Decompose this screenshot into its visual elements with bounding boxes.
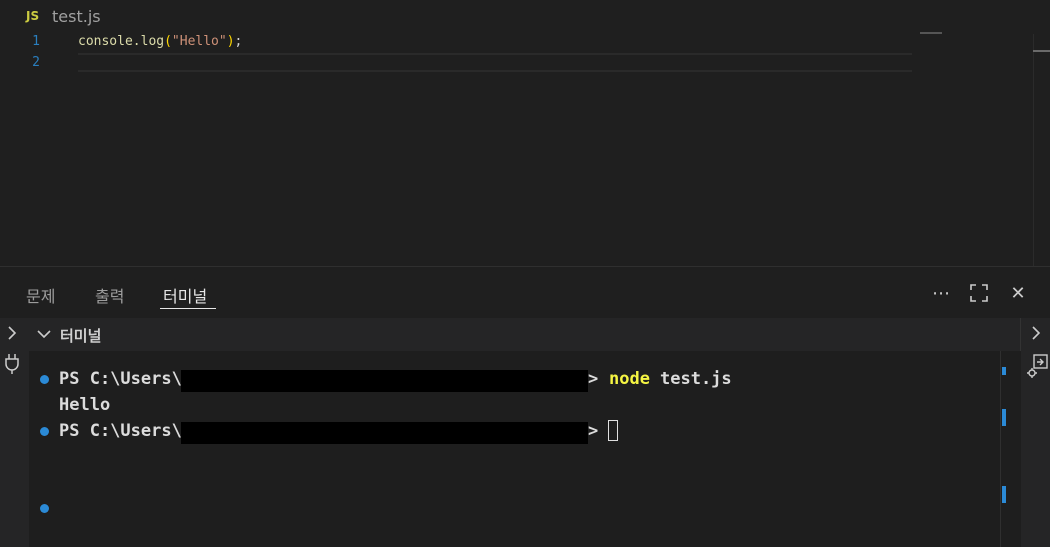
line-number: 1 bbox=[32, 34, 40, 49]
redaction-bar bbox=[181, 422, 588, 444]
chevron-right-icon bbox=[8, 326, 17, 340]
chevron-right-icon bbox=[1032, 326, 1041, 340]
scrollbar-command-marker bbox=[1002, 367, 1006, 375]
terminal-command: node bbox=[609, 369, 650, 389]
editor-tab-title[interactable]: test.js bbox=[52, 7, 101, 26]
close-panel-button[interactable]: ✕ bbox=[1006, 281, 1030, 305]
more-icon: ⋯ bbox=[932, 282, 950, 304]
code-function: console.log bbox=[78, 34, 165, 49]
code-string: "Hello" bbox=[171, 34, 227, 49]
editor-scrollbar-thumb[interactable] bbox=[1033, 50, 1050, 52]
chevron-down-icon bbox=[37, 330, 51, 339]
js-file-icon: JS bbox=[26, 9, 40, 23]
plug-icon bbox=[5, 354, 19, 374]
terminal-prompt: PS C:\Users\ bbox=[59, 421, 182, 441]
prompt-symbol: > bbox=[588, 421, 599, 441]
current-line-highlight bbox=[78, 53, 912, 72]
collapse-section-button[interactable] bbox=[36, 326, 52, 346]
code-paren-open: ( bbox=[164, 34, 172, 49]
command-decoration-dot[interactable] bbox=[40, 504, 49, 513]
code-semicolon: ; bbox=[234, 34, 243, 49]
command-decoration-dot[interactable] bbox=[40, 427, 49, 436]
tab-terminal[interactable]: 터미널 bbox=[163, 283, 207, 307]
maximize-panel-button[interactable] bbox=[967, 281, 991, 305]
minimap[interactable] bbox=[920, 32, 942, 34]
terminal-section-header[interactable] bbox=[29, 318, 1020, 351]
scrollbar-command-marker bbox=[1002, 486, 1006, 503]
move-panel-button[interactable] bbox=[1027, 354, 1049, 382]
tab-problems[interactable]: 문제 bbox=[26, 283, 55, 307]
expand-right-button[interactable] bbox=[1029, 324, 1043, 346]
terminal-cursor bbox=[608, 420, 618, 441]
active-tab-indicator bbox=[160, 308, 216, 309]
expand-left-button[interactable] bbox=[5, 324, 19, 346]
command-decoration-dot[interactable] bbox=[40, 375, 49, 384]
terminal-scrollbar[interactable] bbox=[1000, 351, 1021, 547]
terminal-prompt: PS C:\Users\ bbox=[59, 369, 182, 389]
code-paren-close: ) bbox=[226, 34, 235, 49]
plug-button[interactable] bbox=[4, 353, 20, 379]
move-panel-icon bbox=[1027, 354, 1048, 378]
line-number: 2 bbox=[32, 55, 40, 70]
code-line[interactable]: console.log("Hello"); bbox=[78, 34, 242, 49]
terminal-section-title: 터미널 bbox=[60, 327, 102, 345]
redaction-bar bbox=[181, 370, 588, 392]
maximize-icon bbox=[970, 284, 988, 302]
scrollbar-command-marker bbox=[1002, 409, 1006, 426]
terminal-command-argument: test.js bbox=[660, 369, 732, 389]
terminal-output-line: Hello bbox=[59, 395, 111, 415]
tab-output[interactable]: 출력 bbox=[95, 283, 124, 307]
close-icon: ✕ bbox=[1010, 282, 1026, 304]
terminal-right-strip bbox=[1020, 318, 1050, 547]
panel-header bbox=[0, 267, 1050, 318]
more-actions-button[interactable]: ⋯ bbox=[929, 281, 953, 305]
editor-scrollbar-track[interactable] bbox=[1033, 34, 1034, 266]
prompt-symbol: > bbox=[588, 369, 599, 389]
